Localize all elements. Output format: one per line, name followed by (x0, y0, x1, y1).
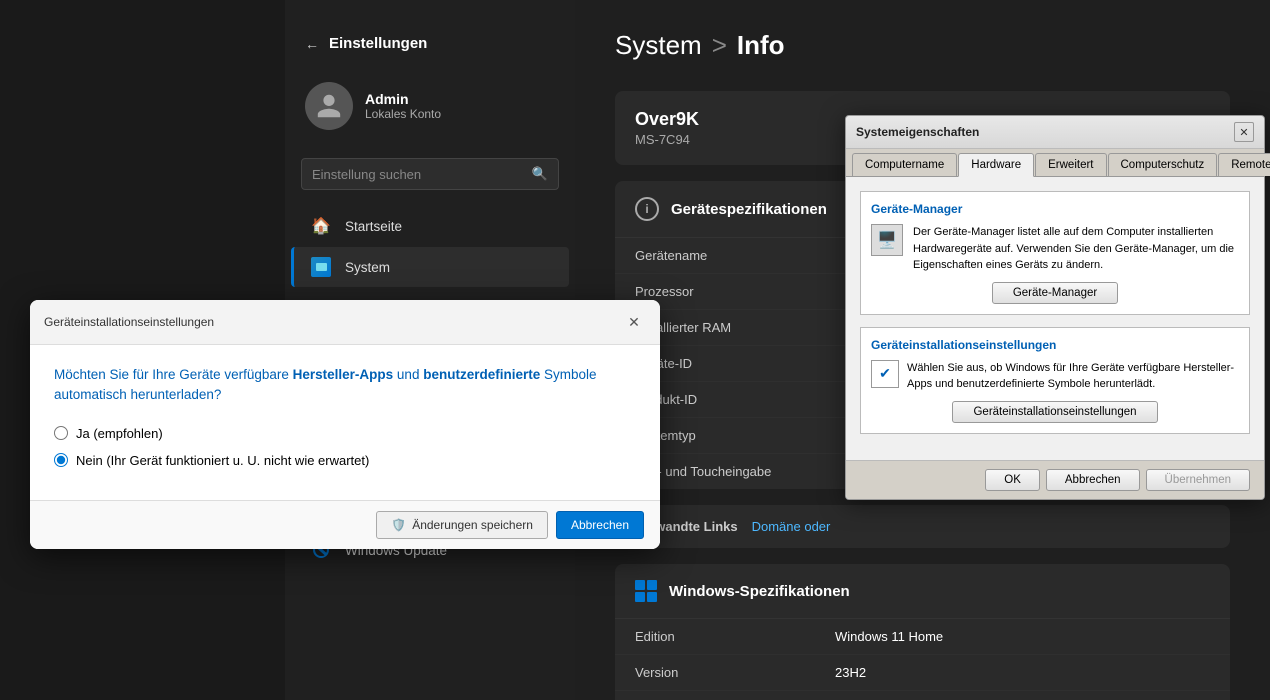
breadcrumb-current: Info (737, 30, 785, 61)
breadcrumb-parent: System (615, 30, 702, 61)
cancel-button[interactable]: Abbrechen (556, 511, 644, 539)
home-icon: 🏠 (311, 216, 331, 236)
sidebar-item-home-label: Startseite (345, 219, 402, 234)
modal-title: Geräteinstallationseinstellungen (44, 315, 214, 329)
sysprop-title: Systemeigenschaften (856, 125, 979, 139)
spec-label-1: Prozessor (635, 284, 835, 299)
radio-option-yes[interactable]: Ja (empfohlen) (54, 426, 636, 441)
cancel-label: Abbrechen (571, 518, 629, 532)
geraete-manager-section: Geräte-Manager 🖥️ Der Geräte-Manager lis… (860, 191, 1250, 315)
install-settings-button[interactable]: Geräteinstallationseinstellungen (952, 401, 1157, 423)
modal-close-button[interactable]: ✕ (622, 310, 646, 334)
windows-specs-section: Windows-Spezifikationen Edition Windows … (615, 564, 1230, 700)
breadcrumb: System > Info (615, 30, 1230, 61)
geraete-manager-description: Der Geräte-Manager listet alle auf dem C… (913, 224, 1239, 274)
windows-specs-header: Windows-Spezifikationen (615, 564, 1230, 619)
sidebar-title: Einstellungen (329, 35, 427, 52)
sysprop-dialog: Systemeigenschaften ✕ Computername Hardw… (845, 115, 1265, 500)
install-settings-row: ✔ Wählen Sie aus, ob Windows für Ihre Ge… (871, 360, 1239, 393)
win-spec-row-edition: Edition Windows 11 Home (615, 619, 1230, 655)
related-link-domain[interactable]: Domäne oder (752, 519, 831, 534)
radio-yes[interactable] (54, 426, 68, 440)
breadcrumb-separator: > (712, 30, 727, 61)
info-icon: i (635, 197, 659, 221)
install-settings-modal: Geräteinstallationseinstellungen ✕ Möcht… (30, 300, 660, 549)
install-settings-title: Geräteinstallationseinstellungen (871, 338, 1239, 352)
modal-body: Möchten Sie für Ihre Geräte verfügbare H… (30, 345, 660, 500)
sysprop-cancel-button[interactable]: Abbrechen (1046, 469, 1140, 491)
search-icon: 🔍 (532, 166, 548, 182)
radio-no[interactable] (54, 453, 68, 467)
sidebar-item-system[interactable]: System (291, 247, 569, 287)
radio-yes-label: Ja (empfohlen) (76, 426, 163, 441)
tab-computername[interactable]: Computername (852, 153, 957, 176)
radio-no-label: Nein (Ihr Gerät funktioniert u. U. nicht… (76, 453, 369, 468)
win-spec-row-installed: Installiert am 19.07.2024 (615, 691, 1230, 700)
sysprop-tabs: Computername Hardware Erweitert Computer… (846, 149, 1264, 177)
system-icon (311, 257, 331, 277)
spec-label-3: Geräte-ID (635, 356, 835, 371)
tab-computerschutz[interactable]: Computerschutz (1108, 153, 1218, 176)
install-settings-section: Geräteinstallationseinstellungen ✔ Wähle… (860, 327, 1250, 434)
sysprop-apply-button[interactable]: Übernehmen (1146, 469, 1250, 491)
geraete-manager-title: Geräte-Manager (871, 202, 1239, 216)
spec-label-6: Stift- und Toucheingabe (635, 464, 835, 479)
win-spec-row-version: Version 23H2 (615, 655, 1230, 691)
sysprop-titlebar: Systemeigenschaften ✕ (846, 116, 1264, 149)
user-name: Admin (365, 91, 441, 107)
spec-label-2: Installierter RAM (635, 320, 835, 335)
tab-remote[interactable]: Remote (1218, 153, 1270, 176)
spec-label-5: Systemtyp (635, 428, 835, 443)
geraete-manager-content: 🖥️ Der Geräte-Manager listet alle auf de… (871, 224, 1239, 274)
search-box[interactable]: 🔍 (301, 158, 559, 190)
sysprop-footer: OK Abbrechen Übernehmen (846, 460, 1264, 499)
avatar (305, 82, 353, 130)
radio-option-no[interactable]: Nein (Ihr Gerät funktioniert u. U. nicht… (54, 453, 636, 468)
sysprop-close-button[interactable]: ✕ (1234, 122, 1254, 142)
save-label: Änderungen speichern (412, 518, 533, 532)
save-button[interactable]: 🛡️ Änderungen speichern (376, 511, 548, 539)
spec-label-0: Gerätename (635, 248, 835, 263)
win-spec-label-0: Edition (635, 629, 835, 644)
sidebar-item-home[interactable]: 🏠 Startseite (291, 206, 569, 246)
device-specs-heading: Gerätespezifikationen (671, 201, 827, 218)
sysprop-body: Geräte-Manager 🖥️ Der Geräte-Manager lis… (846, 177, 1264, 460)
user-info: Admin Lokales Konto (365, 91, 441, 121)
geraete-manager-icon: 🖥️ (871, 224, 903, 256)
win-spec-label-1: Version (635, 665, 835, 680)
search-input[interactable] (312, 167, 524, 182)
sysprop-ok-button[interactable]: OK (985, 469, 1040, 491)
related-links: Verwandte Links Domäne oder (615, 505, 1230, 548)
user-section[interactable]: Admin Lokales Konto (285, 72, 575, 150)
modal-question: Möchten Sie für Ihre Geräte verfügbare H… (54, 365, 636, 406)
shield-save-icon: 🛡️ (391, 518, 406, 532)
back-arrow[interactable]: ← (305, 36, 319, 52)
tab-erweitert[interactable]: Erweitert (1035, 153, 1106, 176)
geraete-manager-button[interactable]: Geräte-Manager (992, 282, 1118, 304)
win-spec-value-0: Windows 11 Home (835, 629, 1210, 644)
user-account-type: Lokales Konto (365, 107, 441, 121)
windows-logo (635, 580, 657, 602)
sidebar-item-system-label: System (345, 260, 390, 275)
install-settings-checkbox: ✔ (871, 360, 899, 388)
modal-titlebar: Geräteinstallationseinstellungen ✕ (30, 300, 660, 345)
spec-label-4: Produkt-ID (635, 392, 835, 407)
modal-footer: 🛡️ Änderungen speichern Abbrechen (30, 500, 660, 549)
windows-specs-heading: Windows-Spezifikationen (669, 583, 850, 600)
install-settings-description: Wählen Sie aus, ob Windows für Ihre Gerä… (907, 360, 1239, 393)
win-spec-value-1: 23H2 (835, 665, 1210, 680)
tab-hardware[interactable]: Hardware (958, 153, 1034, 177)
